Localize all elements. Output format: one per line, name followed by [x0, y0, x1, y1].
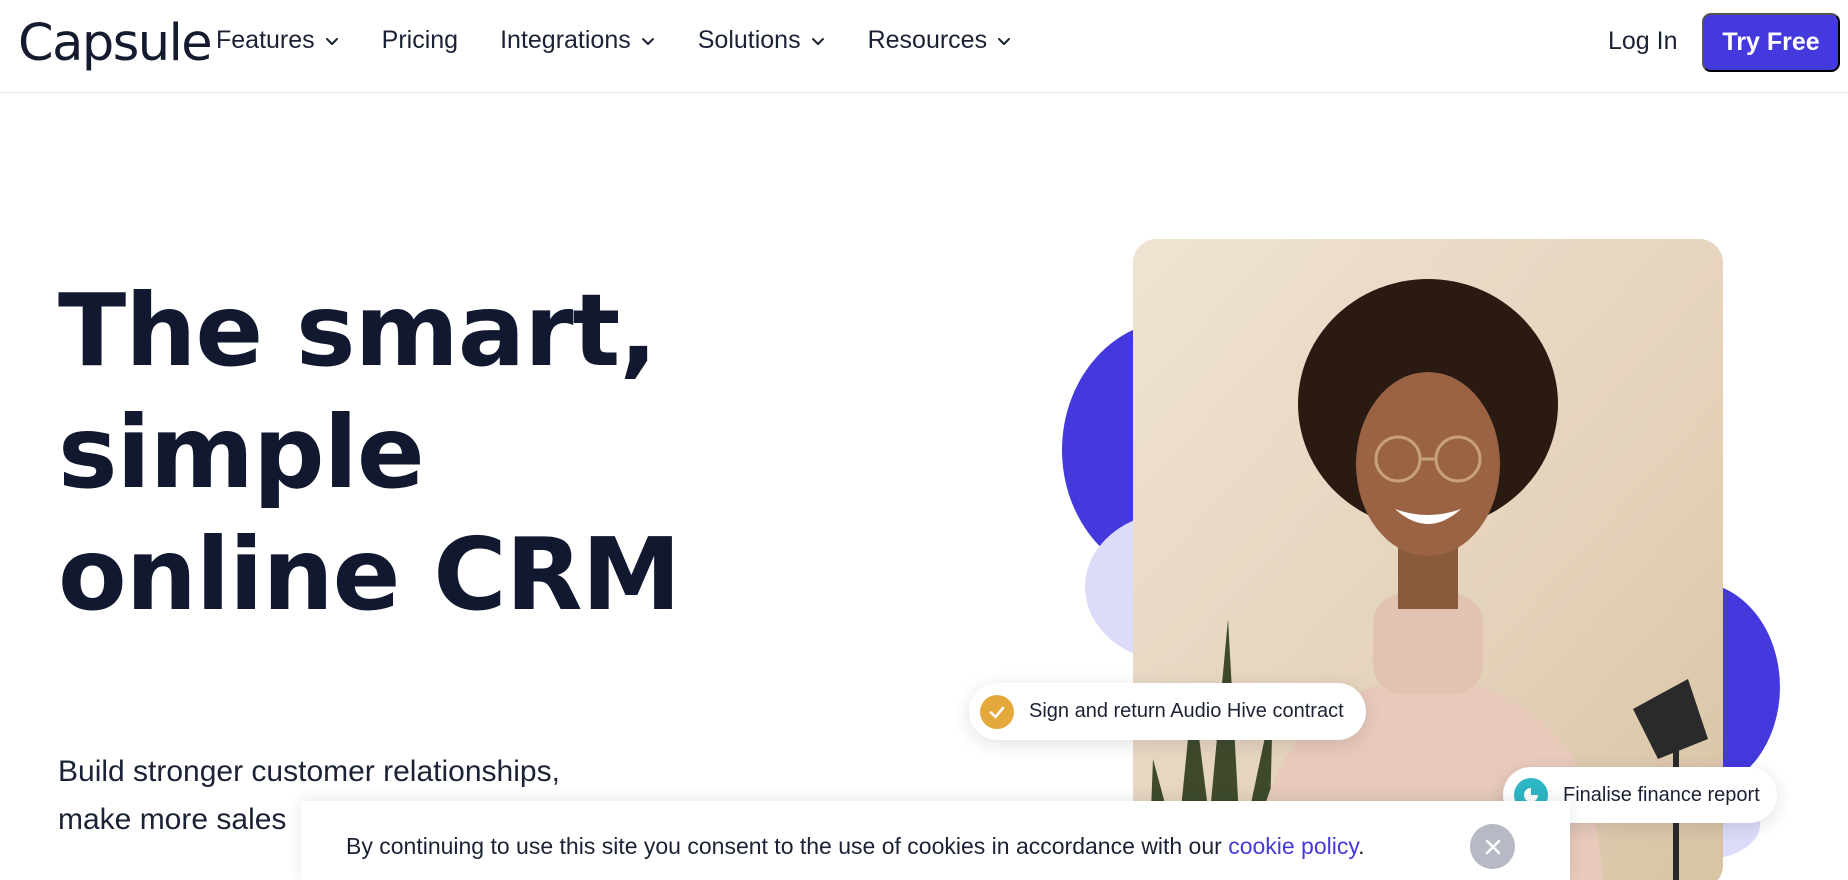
site-header: Capsule Features Pricing Integrations So…: [0, 0, 1848, 93]
nav-features[interactable]: Features: [216, 26, 340, 55]
nav-solutions-label: Solutions: [697, 26, 801, 54]
nav-solutions[interactable]: Solutions: [698, 26, 826, 55]
cookie-suffix: .: [1358, 833, 1365, 859]
nav-features-label: Features: [216, 26, 315, 54]
task-chip-label: Finalise finance report: [1563, 783, 1760, 806]
cookie-policy-link[interactable]: cookie policy: [1228, 833, 1358, 859]
cookie-close-button[interactable]: [1470, 824, 1515, 869]
nav-pricing-label: Pricing: [381, 26, 459, 54]
chevron-down-icon: [810, 33, 826, 49]
nav-pricing[interactable]: Pricing: [382, 26, 458, 55]
nav-resources[interactable]: Resources: [868, 26, 1013, 55]
close-icon: [1485, 839, 1500, 854]
check-icon: [980, 694, 1014, 729]
try-free-button[interactable]: Try Free: [1702, 13, 1840, 72]
cookie-banner: By continuing to use this site you conse…: [301, 801, 1570, 880]
chevron-down-icon: [324, 33, 340, 49]
chevron-down-icon: [996, 33, 1012, 49]
capsule-logo[interactable]: Capsule: [18, 14, 213, 73]
hero-headline-line-1: The smart, simple: [58, 272, 657, 511]
main-nav: Features Pricing Integrations Solutions …: [216, 26, 1054, 55]
nav-resources-label: Resources: [867, 26, 988, 54]
hero-headline-line-2: online CRM: [58, 516, 681, 633]
task-chip-contract: Sign and return Audio Hive contract: [969, 683, 1366, 740]
login-link[interactable]: Log In: [1608, 27, 1678, 56]
chevron-down-icon: [640, 33, 656, 49]
cookie-message: By continuing to use this site you conse…: [346, 833, 1365, 860]
nav-integrations-label: Integrations: [500, 26, 631, 54]
nav-integrations[interactable]: Integrations: [500, 26, 656, 55]
hero-headline: The smart, simple online CRM: [58, 270, 918, 636]
cookie-text: By continuing to use this site you conse…: [346, 833, 1229, 859]
task-chip-label: Sign and return Audio Hive contract: [1029, 700, 1344, 722]
hero-subline-line-1: Build stronger customer relationships,: [58, 755, 560, 788]
hero-subline-line-2: make more sales: [58, 803, 287, 836]
